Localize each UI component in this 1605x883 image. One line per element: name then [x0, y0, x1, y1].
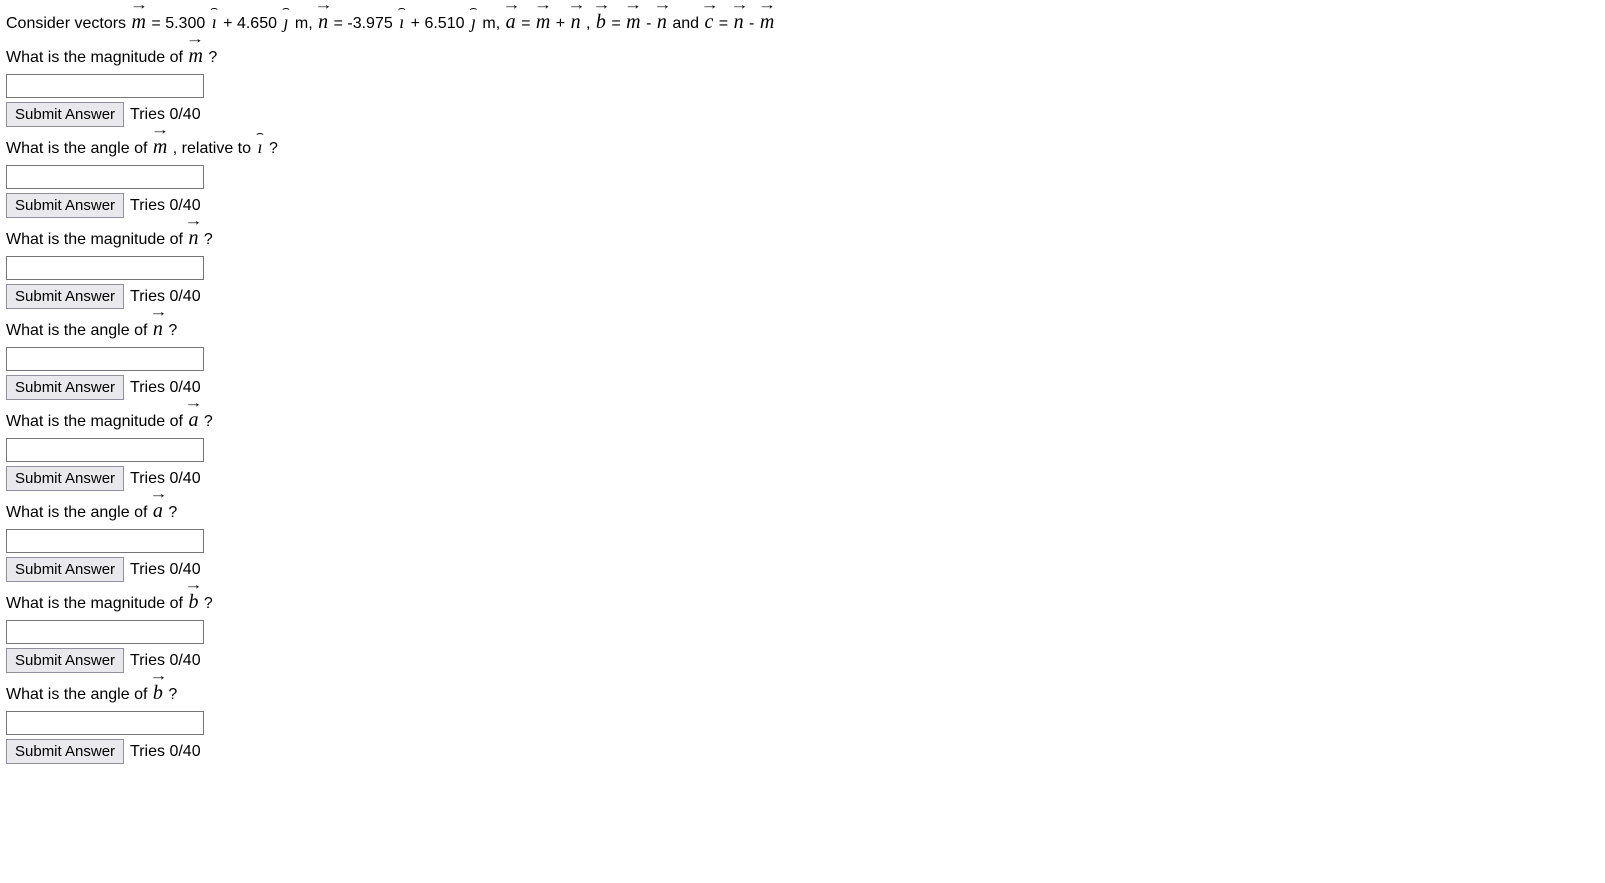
- question-label: ?: [204, 413, 213, 430]
- question-block-3: What is the magnitude of n ? Submit Answ…: [6, 222, 1599, 309]
- submit-button-1[interactable]: Submit Answer: [6, 102, 124, 127]
- question-label: ?: [204, 595, 213, 612]
- question-1-prompt: What is the magnitude of m ?: [6, 40, 1599, 72]
- answer-input-7[interactable]: [6, 620, 204, 644]
- vector-m-icon: m: [535, 6, 551, 38]
- vector-n-icon: n: [656, 6, 668, 38]
- vector-b-icon: b: [595, 6, 607, 38]
- question-label: What is the angle of: [6, 504, 152, 521]
- question-block-5: What is the magnitude of a ? Submit Answ…: [6, 404, 1599, 491]
- vector-n-icon: n: [152, 313, 164, 345]
- unit-i-icon: ı: [397, 8, 406, 37]
- problem-intro: Consider vectors m = 5.300 ı + 4.650 ȷ m…: [6, 6, 1599, 38]
- intro-text: +: [556, 15, 570, 32]
- question-label: , relative to: [173, 140, 256, 157]
- question-block-1: What is the magnitude of m ? Submit Answ…: [6, 40, 1599, 127]
- vector-n-icon: n: [187, 222, 199, 254]
- submit-button-2[interactable]: Submit Answer: [6, 193, 124, 218]
- question-block-4: What is the angle of n ? Submit Answer T…: [6, 313, 1599, 400]
- vector-a-icon: a: [505, 6, 517, 38]
- unit-j-icon: ȷ: [281, 8, 290, 37]
- question-3-prompt: What is the magnitude of n ?: [6, 222, 1599, 254]
- unit-i-icon: ı: [255, 133, 264, 162]
- question-block-2: What is the angle of m , relative to ı ?…: [6, 131, 1599, 218]
- intro-text: and: [672, 15, 703, 32]
- unit-i-icon: ı: [210, 8, 219, 37]
- question-label: What is the magnitude of: [6, 413, 187, 430]
- answer-input-2[interactable]: [6, 165, 204, 189]
- question-label: What is the angle of: [6, 686, 152, 703]
- question-block-8: What is the angle of b ? Submit Answer T…: [6, 677, 1599, 764]
- question-label: What is the angle of: [6, 140, 152, 157]
- question-label: ?: [168, 686, 177, 703]
- intro-text: + 4.650: [223, 15, 281, 32]
- question-label: ?: [168, 504, 177, 521]
- question-label: What is the angle of: [6, 322, 152, 339]
- intro-text: m,: [482, 15, 504, 32]
- vector-b-icon: b: [187, 586, 199, 618]
- intro-text: + 6.510: [411, 15, 469, 32]
- answer-input-3[interactable]: [6, 256, 204, 280]
- intro-text: ,: [586, 15, 595, 32]
- vector-a-icon: a: [187, 404, 199, 436]
- intro-text: Consider vectors: [6, 15, 131, 32]
- intro-text: = -3.975: [334, 15, 398, 32]
- vector-b-icon: b: [152, 677, 164, 709]
- submit-button-7[interactable]: Submit Answer: [6, 648, 124, 673]
- question-6-prompt: What is the angle of a ?: [6, 495, 1599, 527]
- question-label: ?: [269, 140, 278, 157]
- vector-c-icon: c: [703, 6, 714, 38]
- intro-text: m,: [295, 15, 317, 32]
- question-block-7: What is the magnitude of b ? Submit Answ…: [6, 586, 1599, 673]
- unit-j-icon: ȷ: [469, 8, 478, 37]
- tries-counter-8: Tries 0/40: [130, 743, 201, 761]
- question-block-6: What is the angle of a ? Submit Answer T…: [6, 495, 1599, 582]
- submit-button-8[interactable]: Submit Answer: [6, 739, 124, 764]
- submit-button-3[interactable]: Submit Answer: [6, 284, 124, 309]
- vector-n-icon: n: [733, 6, 745, 38]
- answer-input-8[interactable]: [6, 711, 204, 735]
- vector-m-icon: m: [131, 6, 147, 38]
- question-label: ?: [168, 322, 177, 339]
- question-7-prompt: What is the magnitude of b ?: [6, 586, 1599, 618]
- intro-text: =: [521, 15, 535, 32]
- answer-input-4[interactable]: [6, 347, 204, 371]
- question-label: What is the magnitude of: [6, 49, 187, 66]
- question-5-prompt: What is the magnitude of a ?: [6, 404, 1599, 436]
- vector-n-icon: n: [570, 6, 582, 38]
- answer-input-1[interactable]: [6, 74, 204, 98]
- submit-button-4[interactable]: Submit Answer: [6, 375, 124, 400]
- question-8-prompt: What is the angle of b ?: [6, 677, 1599, 709]
- vector-n-icon: n: [317, 6, 329, 38]
- vector-m-icon: m: [625, 6, 641, 38]
- answer-input-6[interactable]: [6, 529, 204, 553]
- answer-input-5[interactable]: [6, 438, 204, 462]
- intro-text: -: [646, 15, 656, 32]
- intro-text: -: [749, 15, 759, 32]
- question-2-prompt: What is the angle of m , relative to ı ?: [6, 131, 1599, 163]
- question-label: ?: [208, 49, 217, 66]
- intro-text: =: [719, 15, 733, 32]
- vector-a-icon: a: [152, 495, 164, 527]
- question-label: What is the magnitude of: [6, 595, 187, 612]
- question-4-prompt: What is the angle of n ?: [6, 313, 1599, 345]
- intro-text: =: [611, 15, 625, 32]
- vector-m-icon: m: [187, 40, 203, 72]
- question-label: ?: [204, 231, 213, 248]
- vector-m-icon: m: [759, 6, 775, 38]
- submit-button-5[interactable]: Submit Answer: [6, 466, 124, 491]
- question-label: What is the magnitude of: [6, 231, 187, 248]
- vector-m-icon: m: [152, 131, 168, 163]
- submit-button-6[interactable]: Submit Answer: [6, 557, 124, 582]
